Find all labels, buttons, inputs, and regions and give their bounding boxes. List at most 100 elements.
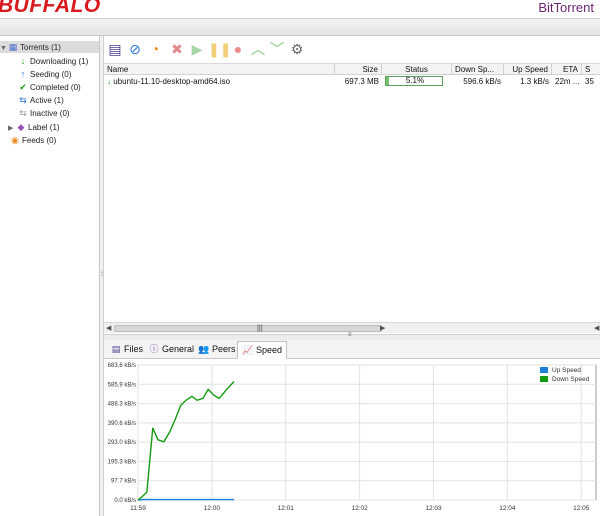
stop-icon: ● [233, 41, 243, 57]
torrent-up-speed: 1.3 kB/s [520, 77, 549, 86]
torrent-down-speed: 596.6 kB/s [463, 77, 501, 86]
bittorrent-logo: BitTorrent [538, 0, 594, 15]
y-tick-label: 390.6 kB/s [108, 421, 136, 427]
legend-swatch [540, 367, 548, 373]
legend-label: Down Speed [552, 376, 590, 383]
sidebar-item-label: Inactive (0) [30, 109, 70, 118]
files-icon: ▤ [111, 344, 121, 354]
checkmark-icon: ✔ [19, 82, 27, 92]
torrents-icon: ▦ [8, 42, 18, 52]
torrent-name-cell: ↓ ubuntu-11.10-desktop-amd64.iso [104, 76, 335, 87]
tab-label: Speed [256, 345, 283, 355]
tab-label: Peers [212, 344, 236, 354]
tab-peers[interactable]: 👥 Peers [194, 341, 240, 359]
x-tick-label: 12:01 [278, 505, 295, 512]
scroll-left-end-icon[interactable]: ◀ [594, 323, 599, 334]
move-down-button[interactable]: ﹀ [268, 40, 286, 58]
sidebar-item-feeds[interactable]: ◉ Feeds (0) [10, 134, 56, 146]
header: BUFFALO BitTorrent [0, 0, 600, 18]
sidebar-item-label: Label (1) [28, 123, 60, 132]
column-header-name[interactable]: Name [104, 64, 335, 75]
upload-arrow-icon: ↑ [20, 69, 26, 79]
speed-graph: 0.0 kB/s 97.7 kB/s 195.3 kB/s 293.0 kB/s 390… [108, 363, 597, 512]
active-arrows-icon: ⇆ [19, 95, 27, 105]
sidebar-item-completed[interactable]: ✔ Completed (0) [18, 81, 80, 93]
stop-button[interactable]: ● [229, 40, 247, 58]
play-icon: ▶ [191, 41, 203, 57]
tab-files[interactable]: ▤ Files [106, 341, 147, 359]
gear-icon: ⚙ [290, 41, 304, 57]
x-tick-label: 12:02 [351, 505, 368, 512]
sidebar-item-label: Feeds (0) [22, 136, 57, 145]
series-line-up-speed [137, 498, 235, 501]
speed-graph-panel: 0.0 kB/s 97.7 kB/s 195.3 kB/s 293.0 kB/s 390… [104, 360, 600, 516]
header-divider [0, 18, 600, 36]
scroll-right-icon[interactable]: ▶ [380, 323, 385, 334]
sidebar-item-inactive[interactable]: ⇆ Inactive (0) [18, 107, 70, 119]
remove-button[interactable]: ✖ [168, 40, 186, 58]
x-tick-label: 12:05 [573, 505, 590, 512]
chevron-up-icon: ︿ [251, 41, 265, 57]
info-icon: ⓘ [149, 344, 159, 354]
start-button[interactable]: ▶ [188, 40, 206, 58]
splitter-grip-icon: ⁞ [101, 271, 103, 278]
column-header-status[interactable]: Status [382, 64, 452, 75]
sidebar-item-label: Downloading (1) [30, 57, 89, 66]
peers-icon: 👥 [198, 344, 210, 354]
pause-icon: ❚❚ [208, 41, 232, 57]
splitter-grip-icon: ≡ [348, 332, 352, 338]
column-header-up-speed[interactable]: Up Speed [504, 64, 552, 75]
scrollbar-thumb[interactable]: ||| [114, 325, 382, 332]
collapse-triangle-icon[interactable]: ▼ [0, 43, 8, 55]
category-sidebar: ▼ ▦ Torrents (1) ↓ Downloading (1) ↑ Seeding… [0, 36, 100, 516]
column-header-down-speed[interactable]: Down Sp... [452, 64, 504, 75]
sidebar-item-downloading[interactable]: ↓ Downloading (1) [18, 55, 89, 67]
move-up-button[interactable]: ︿ [249, 40, 267, 58]
scroll-left-icon[interactable]: ◀ [106, 323, 111, 334]
sidebar-item-seeding[interactable]: ↑ Seeding (0) [18, 68, 72, 80]
speed-graph-icon: 📈 [242, 345, 254, 355]
sidebar-item-label-group[interactable]: ▶ ◆ Label (1) [8, 121, 60, 133]
scrollbar-grip-icon: ||| [257, 325, 263, 332]
legend-swatch [540, 376, 548, 382]
sidebar-item-label: Active (1) [30, 96, 64, 105]
column-header-seeds[interactable]: S [582, 64, 600, 75]
sidebar-item-active[interactable]: ⇆ Active (1) [18, 94, 64, 106]
toolbar: ▤ ⊘ ◔ ✖ ▶ ❚❚ ● ︿ ﹀ ⚙ [104, 37, 600, 61]
tab-label: Files [124, 344, 144, 354]
column-header-size[interactable]: Size [335, 64, 382, 75]
chevron-down-icon: ﹀ [270, 41, 284, 57]
torrent-eta: 22m ... [555, 77, 580, 86]
sidebar-item-torrents[interactable]: ▼ ▦ Torrents (1) [0, 41, 99, 53]
sidebar-item-label: Torrents (1) [20, 43, 61, 52]
add-torrent-button[interactable]: ▤ [106, 40, 124, 58]
y-tick-label: 97.7 kB/s [111, 479, 136, 485]
tab-speed[interactable]: 📈 Speed [237, 341, 288, 359]
y-tick-label: 488.3 kB/s [108, 402, 136, 408]
horizontal-scrollbar[interactable]: ◀ ||| ▶ ◀ [104, 322, 600, 333]
tab-general[interactable]: ⓘ General [144, 341, 198, 359]
torrent-seeds: 35 [585, 77, 594, 86]
legend-label: Up Speed [552, 367, 581, 374]
add-url-button[interactable]: ⊘ [126, 40, 144, 58]
x-tick-label: 12:03 [425, 505, 442, 512]
x-tick-label: 11:59 [130, 505, 146, 512]
buffalo-logo: BUFFALO [0, 0, 101, 17]
pause-button[interactable]: ❚❚ [208, 40, 231, 58]
y-tick-label: 0.0 kB/s [114, 498, 136, 504]
torrent-name: ubuntu-11.10-desktop-amd64.iso [113, 77, 231, 86]
plot-frame [137, 364, 597, 501]
tab-label: General [162, 344, 195, 354]
progress-text: 5.1% [405, 76, 425, 85]
settings-button[interactable]: ⚙ [288, 40, 306, 58]
download-arrow-icon: ↓ [20, 56, 26, 66]
torrent-size: 697.3 MB [344, 77, 379, 86]
bittorrent-web-ui: BUFFALO BitTorrent ▼ ▦ Torrents (1) ↓ Downl… [0, 0, 600, 516]
y-tick-label: 585.9 kB/s [108, 382, 136, 388]
add-rss-button[interactable]: ◔ [146, 40, 164, 58]
add-link-icon: ⊘ [129, 41, 141, 57]
rss-feed-icon: ◉ [11, 135, 19, 145]
column-header-eta[interactable]: ETA [552, 64, 582, 75]
inactive-arrows-icon: ⇆ [19, 108, 27, 118]
sidebar-item-label: Seeding (0) [30, 70, 72, 79]
